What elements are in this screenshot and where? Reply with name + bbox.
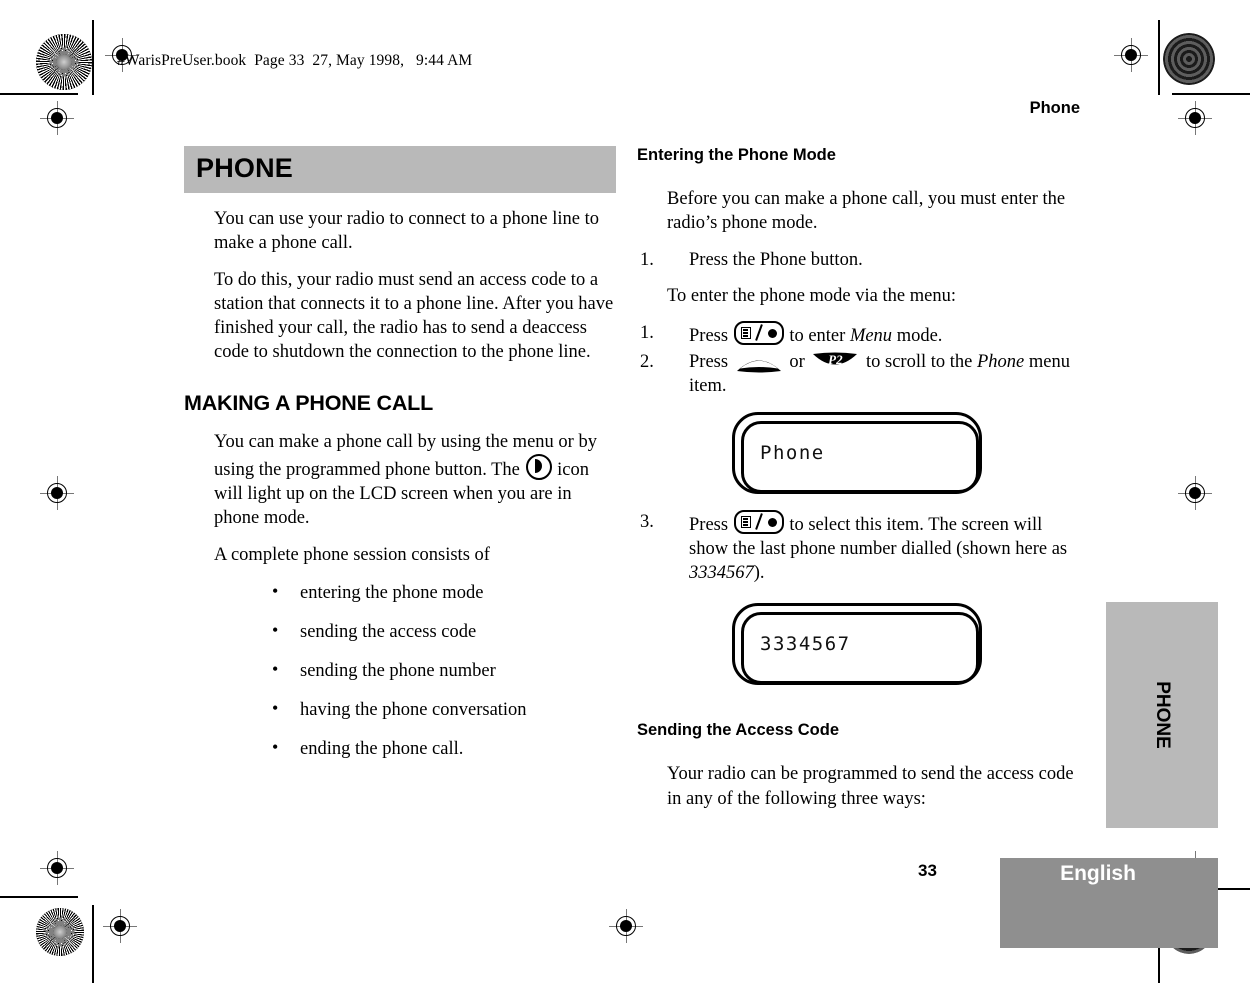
language-footer-bar: English bbox=[1000, 858, 1218, 948]
registration-mark-left-lower bbox=[40, 851, 74, 885]
bullet-marker-icon: • bbox=[272, 736, 279, 757]
step-text-post: mode. bbox=[892, 326, 943, 347]
print-rosette-target-top-right bbox=[1163, 33, 1215, 85]
list-item: • having the phone conversation bbox=[214, 698, 616, 722]
making-call-paragraph: You can make a phone call by using the m… bbox=[214, 430, 616, 530]
step-number: 1. bbox=[640, 323, 654, 344]
session-intro-paragraph: A complete phone session consists of bbox=[214, 545, 490, 566]
step-emphasis: 3334567 bbox=[689, 563, 754, 584]
chapter-title: PHONE bbox=[196, 153, 294, 183]
step-text-end: ). bbox=[753, 563, 765, 584]
sending-intro-block: Your radio can be programmed to send the… bbox=[637, 762, 1077, 810]
registration-mark-right-middle bbox=[1178, 476, 1212, 510]
menu-select-button-icon bbox=[733, 510, 784, 535]
registration-mark-top-right bbox=[1114, 38, 1148, 72]
crop-line-top-right-horizontal bbox=[1172, 93, 1250, 95]
entering-intro-paragraph: Before you can make a phone call, you mu… bbox=[667, 189, 1066, 234]
menu-step-list: 1. Press to enter Menu mode. 2. Press or… bbox=[637, 321, 1077, 398]
lcd-display-text: 3334567 bbox=[760, 633, 851, 656]
step-item: 2. Press or P2 to scroll to the Phone me… bbox=[637, 350, 1077, 398]
registration-mark-right-upper bbox=[1178, 101, 1212, 135]
step-text-or: or bbox=[784, 352, 810, 373]
lcd-display-text: Phone bbox=[760, 442, 825, 465]
step-number: 3. bbox=[640, 512, 654, 533]
heading-entering-the-phone-mode: Entering the Phone Mode bbox=[637, 146, 836, 164]
registration-mark-left-middle bbox=[40, 476, 74, 510]
step-text-pre: Press bbox=[689, 515, 733, 536]
crop-line-bottom-left-horizontal bbox=[0, 896, 78, 898]
left-intro-block: You can use your radio to connect to a p… bbox=[184, 207, 616, 364]
lcd-figure-phone: Phone bbox=[732, 412, 982, 500]
intro-paragraph-2: To do this, your radio must send an acce… bbox=[214, 270, 614, 363]
step-number: 2. bbox=[640, 352, 654, 373]
select-step-list: 3. Press to select this item. The screen… bbox=[637, 510, 1077, 585]
step-item: 1. Press the Phone button. bbox=[637, 248, 1077, 272]
crop-line-bottom-left-vertical bbox=[92, 905, 94, 983]
intro-paragraph-1: You can use your radio to connect to a p… bbox=[214, 209, 599, 254]
print-starburst-target-top-left bbox=[36, 34, 92, 90]
list-item-label: having the phone conversation bbox=[300, 699, 527, 720]
list-item: • entering the phone mode bbox=[214, 581, 616, 605]
step-number: 1. bbox=[640, 250, 654, 271]
menu-intro-paragraph: To enter the phone mode via the menu: bbox=[667, 286, 956, 307]
registration-mark-bottom-center bbox=[609, 909, 643, 943]
menu-intro-block: To enter the phone mode via the menu: bbox=[637, 284, 1077, 308]
lcd-figure-number: 3334567 bbox=[732, 603, 982, 691]
phone-indicator-icon bbox=[525, 454, 552, 481]
bullet-marker-icon: • bbox=[272, 580, 279, 601]
bullet-marker-icon: • bbox=[272, 619, 279, 640]
registration-mark-left-upper bbox=[40, 101, 74, 135]
crop-line-top-left-horizontal bbox=[0, 93, 78, 95]
left-column: PHONE You can use your radio to connect … bbox=[184, 146, 616, 776]
phone-session-bullet-list: • entering the phone mode • sending the … bbox=[214, 581, 616, 761]
print-starburst-target-bottom-left bbox=[36, 908, 84, 956]
step-text-post: to scroll to the bbox=[861, 352, 977, 373]
entering-intro-block: Before you can make a phone call, you mu… bbox=[637, 187, 1077, 235]
phone-button-step-list: 1. Press the Phone button. bbox=[637, 248, 1077, 272]
dome-scroll-button-icon bbox=[735, 351, 783, 374]
page-number: 33 bbox=[918, 861, 937, 880]
list-item-label: entering the phone mode bbox=[300, 582, 484, 603]
sending-intro-paragraph: Your radio can be programmed to send the… bbox=[667, 764, 1074, 809]
list-item: • sending the phone number bbox=[214, 659, 616, 683]
step-emphasis: Menu bbox=[849, 326, 893, 347]
chapter-banner: PHONE bbox=[184, 146, 616, 193]
bullet-marker-icon: • bbox=[272, 697, 279, 718]
crop-line-top-right-vertical bbox=[1158, 20, 1160, 95]
list-item-label: sending the access code bbox=[300, 621, 477, 642]
section-heading-making-a-phone-call: MAKING A PHONE CALL bbox=[184, 391, 434, 416]
step-text-mid: to enter bbox=[784, 326, 850, 347]
p2-button-label: P2 bbox=[828, 352, 843, 368]
step-item: 1. Press to enter Menu mode. bbox=[637, 321, 1077, 348]
list-item-label: sending the phone number bbox=[300, 660, 496, 681]
list-item: • sending the access code bbox=[214, 620, 616, 644]
step-text-pre: Press bbox=[689, 352, 733, 373]
menu-select-button-icon bbox=[733, 321, 784, 346]
side-thumb-tab: PHONE bbox=[1106, 602, 1218, 828]
list-item-label: ending the phone call. bbox=[300, 738, 464, 759]
scanned-manual-page: #WarisPreUser.book Page 33 27, May 1998,… bbox=[0, 0, 1250, 985]
crop-line-top-left-vertical bbox=[92, 20, 94, 95]
making-call-block: You can make a phone call by using the m… bbox=[184, 430, 616, 760]
bullet-marker-icon: • bbox=[272, 658, 279, 679]
heading-sending-the-access-code: Sending the Access Code bbox=[637, 721, 840, 740]
registration-mark-bottom-left bbox=[103, 909, 137, 943]
side-thumb-tab-label: PHONE bbox=[1152, 681, 1173, 749]
book-slug-line: #WarisPreUser.book Page 33 27, May 1998,… bbox=[117, 52, 473, 69]
p2-button-icon: P2 bbox=[811, 351, 859, 374]
step-text: Press the Phone button. bbox=[689, 250, 863, 271]
list-item: • ending the phone call. bbox=[214, 737, 616, 761]
step-emphasis: Phone bbox=[976, 352, 1025, 373]
step-text-pre: Press bbox=[689, 326, 733, 347]
right-column: Entering the Phone Mode Before you can m… bbox=[637, 146, 1077, 824]
running-head: Phone bbox=[1029, 99, 1080, 117]
step-item: 3. Press to select this item. The screen… bbox=[637, 510, 1077, 585]
language-label: English bbox=[1060, 862, 1136, 885]
